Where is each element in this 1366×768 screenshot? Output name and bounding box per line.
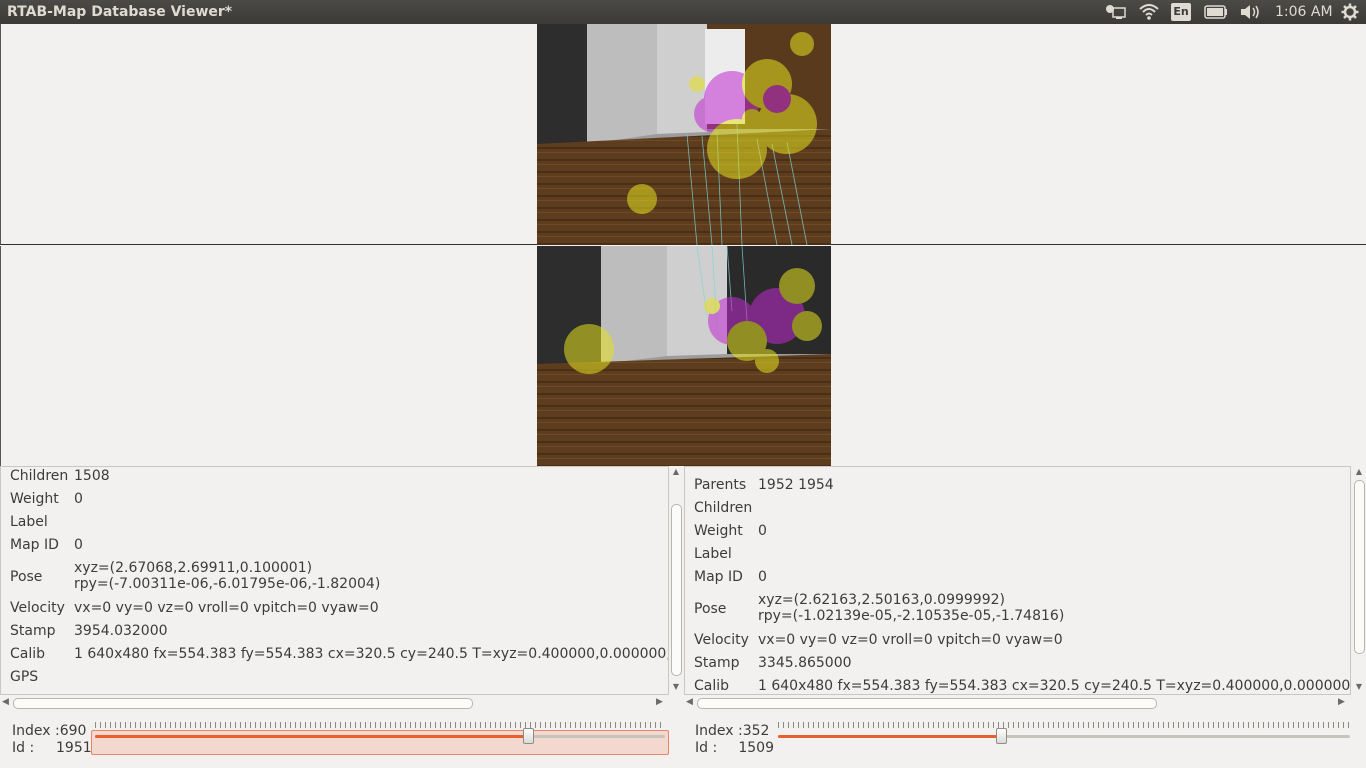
scrollbar-thumb[interactable] (697, 698, 1157, 709)
clock[interactable]: 1:06 AM (1275, 4, 1333, 20)
scrollbar-thumb[interactable] (671, 504, 682, 676)
gear-icon[interactable] (1338, 0, 1362, 24)
id-label-right: Id : (695, 740, 718, 756)
scroll-up-icon[interactable]: ▲ (1354, 467, 1364, 476)
scroll-left-icon[interactable]: ◀ (2, 697, 9, 707)
right-vertical-scrollbar[interactable]: ▲ ▼ (1352, 466, 1366, 695)
left-horizontal-scrollbar[interactable]: ◀ ▶ (0, 696, 669, 710)
image-view-bottom[interactable] (0, 246, 1366, 466)
node-info-right[interactable]: Parents 1952 1954 Children Weight 0 Label … (684, 466, 1351, 695)
scrollbar-thumb[interactable] (13, 698, 473, 709)
slider-fill (95, 735, 528, 738)
scroll-down-icon[interactable]: ▼ (1354, 682, 1364, 691)
scrollbar-thumb[interactable] (1354, 480, 1365, 654)
index-label-left: Index :690 (12, 723, 87, 739)
index-label-right: Index :352 (695, 723, 770, 739)
network-remote-icon[interactable] (1104, 0, 1128, 24)
volume-icon[interactable] (1238, 0, 1262, 24)
camera-image-top (537, 24, 831, 245)
index-slider-left[interactable] (95, 722, 665, 750)
id-label-left: Id : (12, 740, 35, 756)
slider-ticks (95, 722, 665, 728)
camera-image-bottom (537, 246, 831, 466)
slider-fill (778, 735, 1001, 738)
slider-handle[interactable] (523, 728, 534, 744)
index-slider-right[interactable] (778, 722, 1350, 750)
id-value-right: 1509 (738, 740, 774, 756)
top-panel: RTAB-Map Database Viewer* En 1:06 AM (0, 0, 1366, 24)
image-view-top[interactable] (0, 24, 1366, 245)
right-horizontal-scrollbar[interactable]: ◀ ▶ (684, 696, 1351, 710)
scroll-up-icon[interactable]: ▲ (671, 467, 681, 476)
scroll-down-icon[interactable]: ▼ (671, 682, 681, 691)
node-info-left[interactable]: Children 1508 Weight 0 Label Map ID 0 Pose … (0, 466, 669, 695)
scroll-right-icon[interactable]: ▶ (656, 697, 663, 707)
scroll-left-icon[interactable]: ◀ (686, 697, 693, 707)
keyboard-lang-icon[interactable]: En (1171, 3, 1191, 21)
window-title: RTAB-Map Database Viewer* (7, 4, 233, 20)
wifi-icon[interactable] (1138, 0, 1160, 24)
slider-handle[interactable] (996, 728, 1007, 744)
battery-icon[interactable] (1203, 0, 1229, 24)
slider-ticks (778, 722, 1350, 728)
left-vertical-scrollbar[interactable]: ▲ ▼ (669, 466, 683, 695)
id-value-left: 1951 (56, 740, 92, 756)
scroll-right-icon[interactable]: ▶ (1338, 697, 1345, 707)
